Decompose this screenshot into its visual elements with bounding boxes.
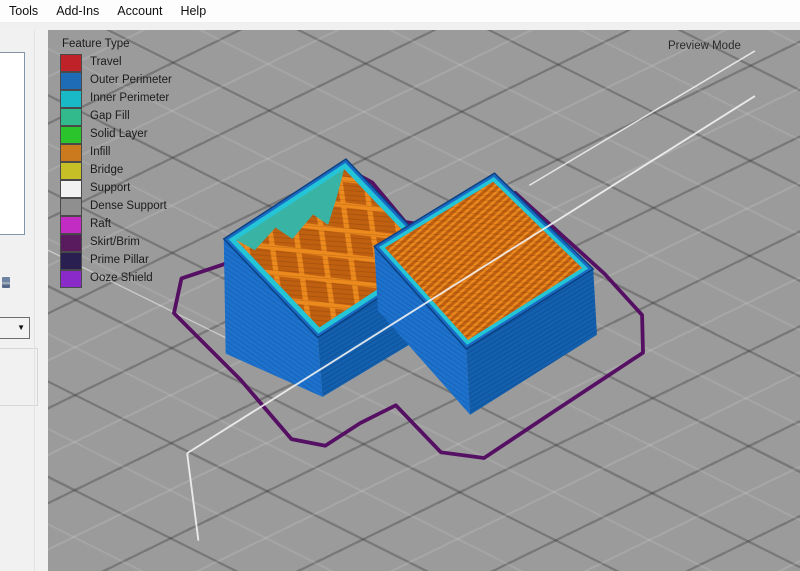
legend-color-swatch [60,72,82,90]
legend-item-label: Raft [90,218,111,230]
chevron-down-icon: ▼ [17,324,25,332]
feature-type-legend: Feature Type Travel Outer Perimeter Inne… [60,38,172,287]
legend-item-label: Gap Fill [90,110,130,122]
menu-item[interactable]: Tools [0,0,47,22]
legend-color-swatch [60,270,82,288]
simplify3d-window: ToolsAdd-InsAccountHelp ▼ Feature Type T… [0,0,800,571]
legend-color-swatch [60,198,82,216]
legend-color-swatch [60,54,82,72]
legend-item: Gap Fill [60,107,172,125]
legend-item-label: Ooze Shield [90,272,153,284]
legend-color-swatch [60,144,82,162]
legend-item-label: Skirt/Brim [90,236,140,248]
menu-item[interactable]: Help [171,0,215,22]
legend-color-swatch [60,126,82,144]
legend-color-swatch [60,162,82,180]
legend-color-swatch [60,90,82,108]
legend-item-label: Support [90,182,130,194]
models-listbox[interactable] [0,52,25,235]
legend-item-label: Dense Support [90,200,167,212]
legend-item-label: Outer Perimeter [90,74,172,86]
menu-bar: ToolsAdd-InsAccountHelp [0,0,800,23]
legend-item: Raft [60,215,172,233]
legend-color-swatch [60,216,82,234]
profile-dropdown[interactable]: ▼ [0,317,30,339]
legend-item: Outer Perimeter [60,71,172,89]
model-right-cube [374,173,597,415]
legend-item: Skirt/Brim [60,233,172,251]
settings-groupbox [0,348,38,406]
left-panel: ▼ [0,30,48,571]
menu-item[interactable]: Add-Ins [47,0,108,22]
legend-item: Support [60,179,172,197]
menu-item[interactable]: Account [108,0,171,22]
toolbar-strip [0,22,800,30]
legend-item: Ooze Shield [60,269,172,287]
legend-color-swatch [60,108,82,126]
panel-divider [34,30,35,571]
legend-items: Travel Outer Perimeter Inner Perimeter G… [60,53,172,287]
legend-item-label: Infill [90,146,110,158]
legend-item: Solid Layer [60,125,172,143]
legend-color-swatch [60,180,82,198]
legend-item-label: Travel [90,56,122,68]
legend-item: Dense Support [60,197,172,215]
legend-title: Feature Type [62,38,172,50]
legend-item-label: Bridge [90,164,123,176]
legend-color-swatch [60,252,82,270]
legend-item-label: Solid Layer [90,128,148,140]
legend-item-label: Inner Perimeter [90,92,169,104]
legend-item: Bridge [60,161,172,179]
legend-item: Prime Pillar [60,251,172,269]
legend-item-label: Prime Pillar [90,254,149,266]
legend-item: Travel [60,53,172,71]
process-mini-icon [2,277,10,288]
legend-item: Inner Perimeter [60,89,172,107]
legend-color-swatch [60,234,82,252]
preview-mode-label: Preview Mode [668,40,741,52]
3d-viewport[interactable]: Feature Type Travel Outer Perimeter Inne… [48,30,800,571]
legend-item: Infill [60,143,172,161]
